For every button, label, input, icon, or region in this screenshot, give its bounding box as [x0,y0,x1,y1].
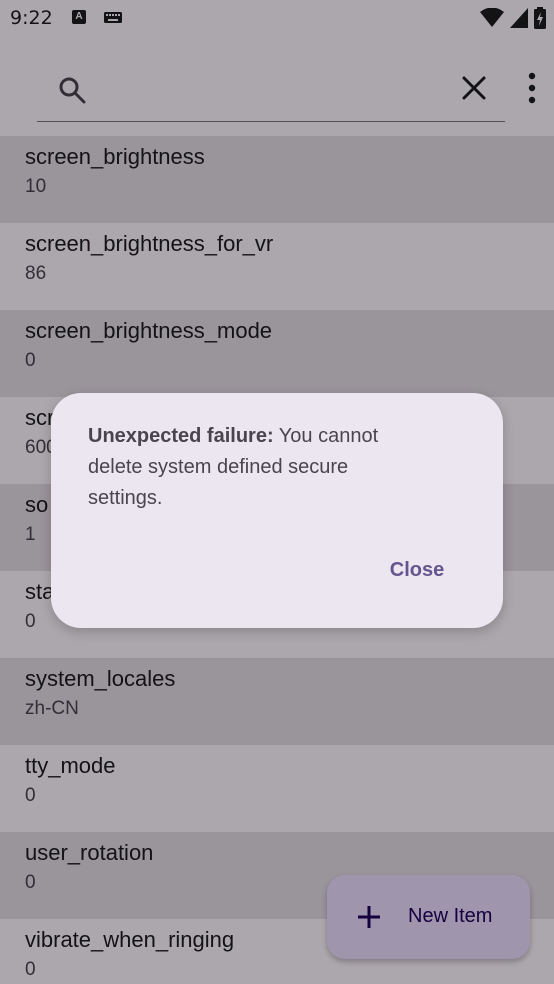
dialog-message: Unexpected failure: You cannot delete sy… [88,421,428,514]
close-button[interactable]: Close [373,549,461,591]
error-dialog: Unexpected failure: You cannot delete sy… [51,393,503,628]
dialog-error-title: Unexpected failure: [88,425,274,447]
